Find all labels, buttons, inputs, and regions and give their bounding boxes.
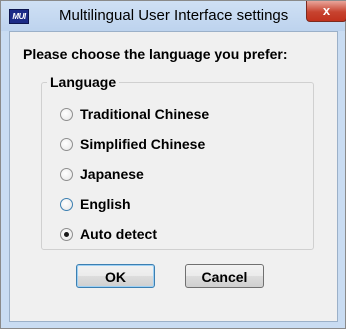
radio-button-icon[interactable]	[60, 198, 73, 211]
radio-label[interactable]: Traditional Chinese	[80, 106, 209, 122]
radio-label[interactable]: Simplified Chinese	[80, 136, 205, 152]
radio-button-selected-icon[interactable]	[60, 228, 73, 241]
radio-button-icon[interactable]	[60, 138, 73, 151]
radio-button-icon[interactable]	[60, 168, 73, 181]
language-groupbox: Language Traditional Chinese Simplified …	[41, 74, 314, 250]
close-button[interactable]: x	[306, 1, 346, 22]
dialog-window: MUI Multilingual User Interface settings…	[0, 0, 346, 329]
radio-label[interactable]: Japanese	[80, 166, 144, 182]
cancel-button[interactable]: Cancel	[185, 264, 264, 288]
window-title: Multilingual User Interface settings	[59, 7, 289, 24]
prompt-text: Please choose the language you prefer:	[23, 46, 288, 62]
radio-label[interactable]: English	[80, 196, 131, 212]
close-icon: x	[322, 3, 331, 18]
title-bar[interactable]: MUI Multilingual User Interface settings…	[1, 1, 346, 31]
ok-button[interactable]: OK	[76, 264, 155, 288]
language-group-label: Language	[47, 74, 120, 90]
app-icon: MUI	[9, 9, 29, 24]
radio-dot-icon	[64, 232, 69, 237]
radio-button-icon[interactable]	[60, 108, 73, 121]
dialog-body: Please choose the language you prefer: L…	[9, 31, 338, 322]
radio-label[interactable]: Auto detect	[80, 226, 157, 242]
